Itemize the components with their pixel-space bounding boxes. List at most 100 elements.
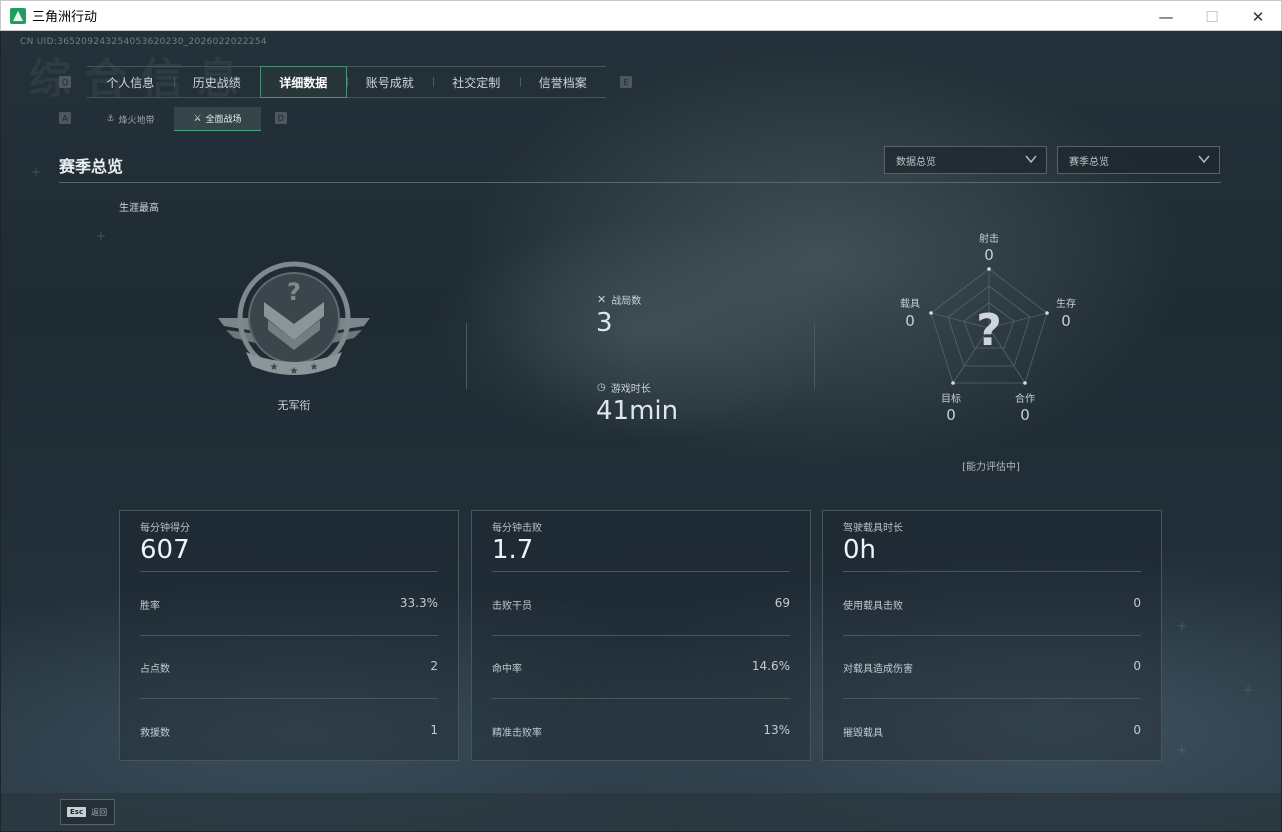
stat-row-label: 击败干员 bbox=[492, 601, 532, 612]
card-divider bbox=[140, 635, 438, 636]
tab-detailed-data[interactable]: 详细数据 bbox=[260, 66, 347, 98]
radar-label-teamwork: 合作 bbox=[1015, 394, 1035, 405]
subtab-next-key[interactable]: D bbox=[275, 112, 287, 124]
card-main-value: 0h bbox=[843, 535, 877, 565]
stat-row-label: 救援数 bbox=[140, 728, 170, 739]
radar-label-vehicle: 载具 bbox=[900, 299, 920, 310]
radar-label-objective: 目标 bbox=[941, 394, 961, 405]
radar-value-teamwork: 0 bbox=[1020, 406, 1030, 424]
svg-text:★: ★ bbox=[270, 362, 279, 373]
rank-emblem-icon: ? ★ ★ ★ bbox=[218, 261, 370, 377]
subtab-hazard-zone[interactable]: ⚓ 烽火地带 bbox=[87, 107, 174, 131]
subtab-prev-key[interactable]: A bbox=[59, 112, 71, 124]
restore-button[interactable]: ☐ bbox=[1189, 1, 1235, 32]
card-divider bbox=[492, 698, 790, 699]
window-controls: — ☐ ✕ bbox=[1143, 1, 1281, 32]
column-divider bbox=[814, 323, 815, 389]
tab-prev-key[interactable]: Q bbox=[59, 76, 71, 88]
svg-text:★: ★ bbox=[290, 366, 299, 377]
radar-center-mark: ? bbox=[976, 305, 1002, 356]
window-titlebar: 三角洲行动 — ☐ ✕ bbox=[0, 0, 1282, 31]
bottom-bar: Esc 返回 bbox=[1, 793, 1281, 831]
deco-plus-icon: + bbox=[1177, 619, 1188, 633]
dropdown-value: 数据总览 bbox=[896, 156, 936, 168]
matches-value: 3 bbox=[596, 308, 613, 338]
svg-text:★: ★ bbox=[310, 362, 319, 373]
stat-row-value: 69 bbox=[774, 596, 790, 610]
chevron-down-icon bbox=[1198, 155, 1210, 164]
career-best-label: 生涯最高 bbox=[119, 203, 159, 214]
tab-personal-info[interactable]: 个人信息 bbox=[87, 67, 174, 97]
card-divider bbox=[492, 635, 790, 636]
vehicle-time-card: 驾驶载具时长 0h 使用载具击败 0 对载具造成伤害 0 摧毁载具 0 bbox=[822, 510, 1162, 761]
stat-row-value: 0 bbox=[1133, 659, 1141, 673]
section-divider bbox=[59, 182, 1221, 183]
stat-row-label: 精准击败率 bbox=[492, 728, 542, 739]
deco-plus-icon: + bbox=[96, 229, 107, 243]
radar-value-survival: 0 bbox=[1061, 312, 1071, 330]
mode-subtabs: ⚓ 烽火地带 ⚔ 全面战场 bbox=[87, 107, 261, 131]
app-logo-icon bbox=[10, 7, 26, 24]
card-divider bbox=[140, 571, 438, 572]
subtab-label: 全面战场 bbox=[205, 115, 242, 125]
card-main-value: 1.7 bbox=[492, 535, 534, 565]
back-button[interactable]: Esc 返回 bbox=[60, 799, 115, 825]
card-divider bbox=[843, 698, 1141, 699]
section-title: 赛季总览 bbox=[59, 157, 124, 176]
anchor-icon: ⚓ bbox=[106, 114, 115, 124]
card-title: 每分钟击败 bbox=[492, 523, 542, 534]
tab-match-history[interactable]: 历史战绩 bbox=[173, 67, 261, 97]
tab-next-key[interactable]: E bbox=[620, 76, 632, 88]
esc-key-hint: Esc bbox=[67, 807, 87, 817]
game-screen: 综合信息 CN UID:365209243254053620230_202602… bbox=[1, 31, 1281, 831]
deco-plus-icon: + bbox=[1243, 683, 1254, 697]
stat-row-label: 对载具造成伤害 bbox=[843, 664, 913, 675]
stat-row-value: 0 bbox=[1133, 596, 1141, 610]
chevron-down-icon bbox=[1025, 155, 1037, 164]
column-divider bbox=[466, 323, 467, 389]
data-overview-dropdown[interactable]: 数据总览 bbox=[884, 146, 1047, 174]
stat-row-value: 33.3% bbox=[399, 596, 438, 610]
radar-value-objective: 0 bbox=[946, 406, 956, 424]
matches-label: 战局数 bbox=[611, 296, 642, 307]
radar-value-vehicle: 0 bbox=[905, 312, 915, 330]
stat-row-value: 0 bbox=[1133, 723, 1141, 737]
svg-text:?: ? bbox=[287, 278, 301, 306]
ability-evaluating-note: [能力评估中] bbox=[962, 462, 1020, 473]
back-label: 返回 bbox=[91, 807, 108, 817]
stat-row-value: 2 bbox=[430, 659, 438, 673]
close-button[interactable]: ✕ bbox=[1235, 1, 1281, 32]
stat-row-label: 胜率 bbox=[140, 601, 160, 612]
stat-row-label: 使用载具击败 bbox=[843, 601, 903, 612]
stat-row-label: 命中率 bbox=[492, 664, 522, 675]
minimize-button[interactable]: — bbox=[1143, 1, 1189, 32]
window-title: 三角洲行动 bbox=[32, 10, 98, 25]
radar-label-survival: 生存 bbox=[1056, 299, 1076, 310]
season-dropdown[interactable]: 赛季总览 bbox=[1057, 146, 1220, 174]
stat-row-label: 占点数 bbox=[140, 664, 170, 675]
card-divider bbox=[492, 571, 790, 572]
subtab-full-battlefield[interactable]: ⚔ 全面战场 bbox=[174, 107, 261, 131]
card-divider bbox=[843, 635, 1141, 636]
rank-name: 无军衔 bbox=[277, 399, 311, 412]
main-tabs: 个人信息 历史战绩 详细数据 账号成就 社交定制 信誉档案 bbox=[87, 66, 606, 98]
matches-label-group: ✕ 战局数 bbox=[597, 292, 641, 307]
stat-row-value: 1 bbox=[430, 723, 438, 737]
clock-icon: ◷ bbox=[597, 382, 606, 393]
crossed-swords-icon: ✕ bbox=[597, 293, 607, 306]
stat-row-value: 14.6% bbox=[751, 659, 790, 673]
card-title: 驾驶载具时长 bbox=[843, 523, 903, 534]
battle-icon: ⚔ bbox=[193, 113, 202, 124]
radar-label-shooting: 射击 bbox=[979, 234, 999, 245]
tab-achievements[interactable]: 账号成就 bbox=[346, 67, 434, 97]
stat-row-label: 摧毁载具 bbox=[843, 728, 883, 739]
card-main-value: 607 bbox=[140, 535, 190, 565]
tab-social-custom[interactable]: 社交定制 bbox=[433, 67, 520, 97]
tab-credit-record[interactable]: 信誉档案 bbox=[519, 67, 607, 97]
stat-row-value: 13% bbox=[763, 723, 790, 737]
card-title: 每分钟得分 bbox=[140, 523, 190, 534]
score-per-minute-card: 每分钟得分 607 胜率 33.3% 占点数 2 救援数 1 bbox=[119, 510, 459, 761]
card-divider bbox=[140, 698, 438, 699]
dropdown-value: 赛季总览 bbox=[1069, 156, 1109, 168]
deco-plus-icon: + bbox=[31, 165, 42, 179]
